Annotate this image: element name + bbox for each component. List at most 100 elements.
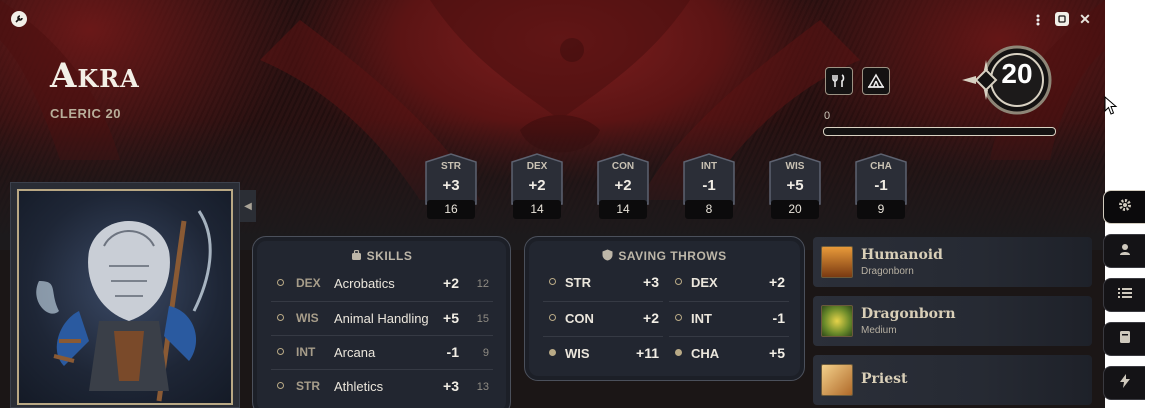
ability-modifier[interactable]: +5 — [762, 177, 828, 194]
skill-ability[interactable]: INT — [296, 345, 315, 359]
saving-throw-wis[interactable]: WIS +11 — [543, 336, 663, 371]
feature-title: Dragonborn — [861, 306, 956, 322]
saving-throw-cha[interactable]: CHA +5 — [669, 336, 789, 371]
ability-cha[interactable]: CHA -1 9 — [848, 152, 914, 222]
skill-modifier[interactable]: +5 — [421, 310, 459, 326]
proficiency-toggle[interactable] — [277, 314, 284, 321]
save-modifier[interactable]: +5 — [745, 345, 785, 361]
ability-modifier[interactable]: -1 — [848, 177, 914, 194]
character-name[interactable]: Akra — [50, 56, 140, 96]
backpack-icon — [351, 249, 361, 260]
ability-score[interactable]: 9 — [857, 200, 905, 219]
proficiency-toggle[interactable] — [549, 314, 556, 321]
ability-label: DEX — [526, 161, 548, 172]
shield-icon — [602, 249, 613, 261]
level-number: 20 — [1001, 58, 1033, 89]
proficiency-toggle[interactable] — [277, 348, 284, 355]
proficiency-toggle[interactable] — [549, 349, 556, 356]
vertical-ellipsis-icon[interactable] — [1032, 12, 1044, 28]
skill-ability[interactable]: STR — [296, 379, 320, 393]
wrench-icon[interactable] — [11, 11, 27, 27]
collapse-portrait-button[interactable]: ◀ — [240, 190, 256, 222]
saving-throws-header: SAVING THROWS — [525, 249, 804, 263]
proficiency-toggle[interactable] — [675, 349, 682, 356]
proficiency-toggle[interactable] — [675, 314, 682, 321]
saving-throw-dex[interactable]: DEX +2 — [669, 266, 789, 300]
skill-modifier[interactable]: +2 — [421, 275, 459, 291]
long-rest-button[interactable] — [862, 67, 890, 95]
gear-icon — [1118, 198, 1132, 217]
saving-throw-int[interactable]: INT -1 — [669, 301, 789, 336]
token-icon[interactable] — [1055, 12, 1069, 26]
skill-modifier[interactable]: -1 — [421, 344, 459, 360]
skill-ability[interactable]: WIS — [296, 311, 319, 325]
xp-value[interactable]: 0 — [824, 110, 830, 122]
ability-score[interactable]: 8 — [685, 200, 733, 219]
ability-wis[interactable]: WIS +5 20 — [762, 152, 828, 222]
save-ability[interactable]: CON — [565, 311, 594, 326]
save-modifier[interactable]: +2 — [619, 310, 659, 326]
save-modifier[interactable]: +2 — [745, 274, 785, 290]
ability-modifier[interactable]: +2 — [504, 177, 570, 194]
side-tab-settings[interactable] — [1103, 190, 1145, 224]
ability-con[interactable]: CON +2 14 — [590, 152, 656, 222]
close-icon[interactable]: ✕ — [1078, 11, 1092, 27]
ability-int[interactable]: INT -1 8 — [676, 152, 742, 222]
skill-name[interactable]: Arcana — [334, 345, 375, 360]
skill-row[interactable]: STR Athletics +3 13 — [271, 369, 493, 404]
ability-modifier[interactable]: -1 — [676, 177, 742, 194]
ability-modifier[interactable]: +2 — [590, 177, 656, 194]
ability-score[interactable]: 16 — [427, 200, 475, 219]
ability-label: STR — [441, 161, 461, 172]
saving-throw-str[interactable]: STR +3 — [543, 266, 663, 300]
save-modifier[interactable]: -1 — [745, 310, 785, 326]
proficiency-toggle[interactable] — [277, 279, 284, 286]
skills-panel: SKILLS DEX Acrobatics +2 12 WIS Animal Handli… — [252, 236, 511, 408]
proficiency-toggle[interactable] — [549, 278, 556, 285]
feature-card-humanoid[interactable]: Humanoid Dragonborn — [813, 237, 1092, 287]
feature-card-priest[interactable]: Priest — [813, 355, 1092, 405]
save-ability[interactable]: CHA — [691, 346, 719, 361]
ability-str[interactable]: STR +3 16 — [418, 152, 484, 222]
feature-subtitle: Dragonborn — [861, 266, 914, 277]
skill-row[interactable]: INT Arcana -1 9 — [271, 335, 493, 370]
ability-score[interactable]: 14 — [513, 200, 561, 219]
ability-label: CHA — [870, 161, 892, 172]
character-portrait[interactable] — [17, 189, 233, 405]
character-icon — [1118, 242, 1132, 261]
save-ability[interactable]: INT — [691, 311, 712, 326]
utensils-icon — [832, 74, 845, 87]
ability-dex[interactable]: DEX +2 14 — [504, 152, 570, 222]
ability-modifier[interactable]: +3 — [418, 177, 484, 194]
skill-ability[interactable]: DEX — [296, 276, 321, 290]
side-tab-list[interactable] — [1103, 278, 1145, 312]
bolt-icon — [1119, 373, 1131, 393]
skill-row[interactable]: DEX Acrobatics +2 12 — [271, 267, 493, 301]
feature-card-dragonborn[interactable]: Dragonborn Medium — [813, 296, 1092, 346]
proficiency-toggle[interactable] — [277, 382, 284, 389]
class-level[interactable]: CLERIC 20 — [50, 106, 121, 121]
save-modifier[interactable]: +3 — [619, 274, 659, 290]
skill-modifier[interactable]: +3 — [421, 378, 459, 394]
proficiency-toggle[interactable] — [675, 278, 682, 285]
save-ability[interactable]: DEX — [691, 275, 718, 290]
saving-throws-panel: SAVING THROWS STR +3 DEX +2 CON +2 INT -1 WIS +11… — [524, 236, 805, 381]
side-tab-npc[interactable] — [1103, 234, 1145, 268]
ability-label: INT — [700, 161, 718, 172]
skill-name[interactable]: Acrobatics — [334, 276, 395, 291]
ability-score[interactable]: 14 — [599, 200, 647, 219]
skills-header: SKILLS — [253, 249, 510, 263]
saving-throw-con[interactable]: CON +2 — [543, 301, 663, 336]
skill-row[interactable]: WIS Animal Handling +5 15 — [271, 301, 493, 336]
short-rest-button[interactable] — [825, 67, 853, 95]
save-modifier[interactable]: +11 — [619, 345, 659, 361]
book-icon — [1119, 330, 1131, 349]
save-ability[interactable]: STR — [565, 275, 591, 290]
side-tab-actions[interactable] — [1103, 366, 1145, 400]
skill-name[interactable]: Athletics — [334, 379, 383, 394]
side-tab-journal[interactable] — [1103, 322, 1145, 356]
ability-score[interactable]: 20 — [771, 200, 819, 219]
character-sheet-window: ✕ Akra CLERIC 20 0 20 STR +3 16 DEX +2 14 CON +… — [0, 0, 1105, 408]
save-ability[interactable]: WIS — [565, 346, 590, 361]
skill-name[interactable]: Animal Handling — [334, 311, 429, 326]
